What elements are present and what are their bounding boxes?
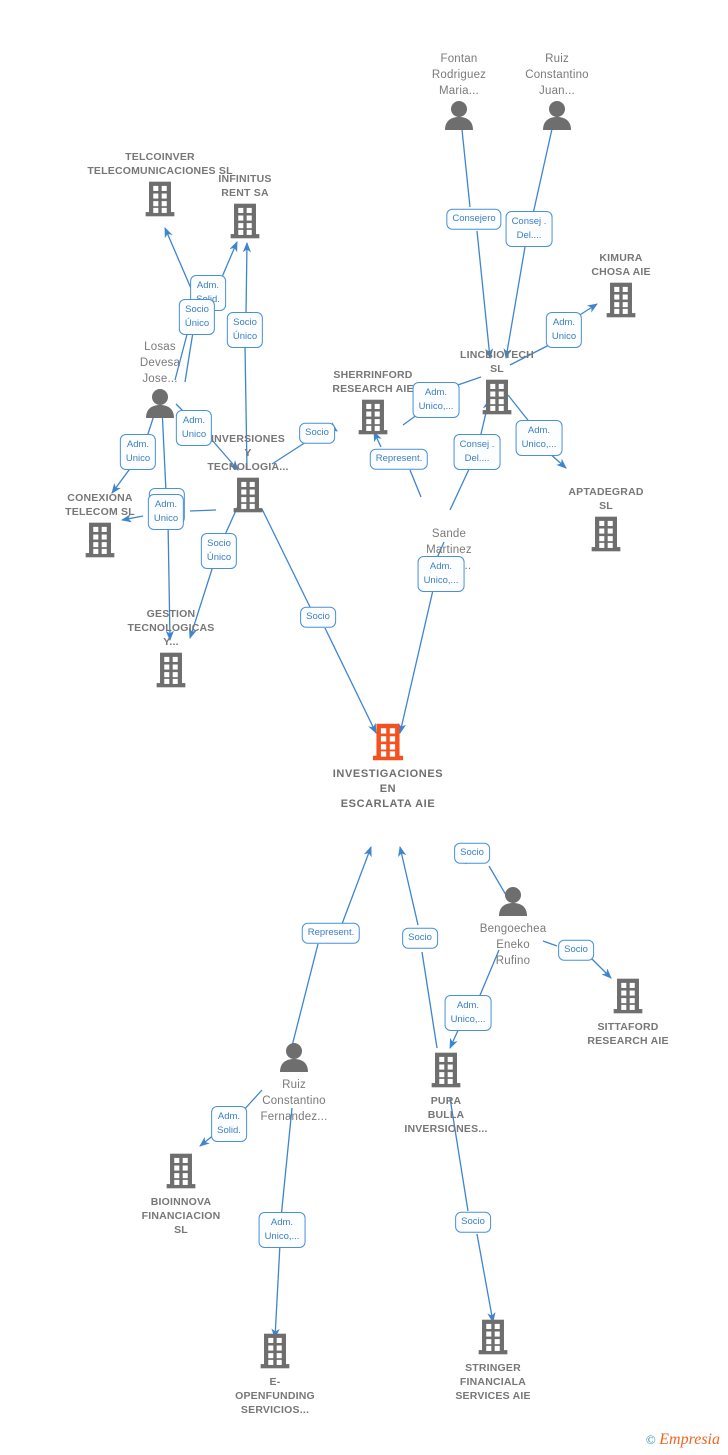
edge-label-sande-to-investigaciones[interactable]: Adm. Unico,... — [417, 556, 465, 592]
building-icon — [166, 1153, 196, 1189]
graph-node-purabulla[interactable]: PURA BULLA INVERSIONES... — [366, 1051, 526, 1136]
edge-label-purabulla-to-investigaciones[interactable]: Socio — [402, 927, 438, 949]
edge-label-inversiones-to-investigaciones[interactable]: Socio — [300, 606, 336, 628]
building-icon-wrap — [165, 202, 325, 245]
node-label: Ruiz Constantino Juan... — [525, 53, 589, 97]
node-label: SITTAFORD RESEARCH AIE — [587, 1021, 669, 1047]
graph-node-bioinnova[interactable]: BIOINNOVA FINANCIACION SL — [101, 1152, 261, 1237]
watermark: © Empresia — [646, 1431, 720, 1449]
graph-node-sittaford[interactable]: SITTAFORD RESEARCH AIE — [548, 977, 708, 1048]
edge-label-bengoechea-to-purabulla[interactable]: Adm. Unico,... — [444, 995, 492, 1031]
person-icon-wrap — [477, 101, 637, 135]
building-icon — [613, 978, 643, 1014]
person-icon-wrap — [214, 1043, 374, 1077]
edge-label-losas-to-infinitus[interactable]: Socio Único — [178, 299, 216, 335]
edge-label-purabulla-to-stringer[interactable]: Socio — [455, 1211, 491, 1233]
building-icon — [478, 1319, 508, 1355]
edge-label-inversiones-to-infinitus[interactable]: Socio Único — [226, 312, 264, 348]
edge-label-lincbiotech-to-sherrinford[interactable]: Adm. Unico,... — [412, 382, 460, 418]
building-icon-wrap — [526, 515, 686, 558]
person-icon — [543, 101, 571, 130]
edge-fontan-lincbiotech — [460, 119, 494, 360]
graph-canvas[interactable]: TELCOINVER TELECOMUNICACIONES SL INFINITU… — [0, 0, 728, 1455]
building-icon-wrap — [366, 1051, 526, 1094]
node-label: KIMURA CHOSA AIE — [591, 252, 651, 278]
edge-label-inversiones-to-gestion[interactable]: Socio Único — [200, 533, 238, 569]
building-icon-wrap — [101, 1152, 261, 1195]
building-icon — [431, 1052, 461, 1088]
building-icon-wrap — [195, 1332, 355, 1375]
building-icon — [260, 1333, 290, 1369]
node-label: INVESTIGACIONES EN ESCARLATA AIE — [332, 768, 444, 810]
graph-node-ruizjuan[interactable]: Ruiz Constantino Juan... — [477, 51, 637, 135]
person-icon — [146, 389, 174, 418]
building-icon-wrap — [308, 722, 468, 767]
person-icon — [499, 887, 527, 916]
node-label: Losas Devesa Jose... — [139, 341, 181, 385]
node-label: E- OPENFUNDING SERVICIOS... — [235, 1376, 315, 1416]
building-icon-wrap — [548, 977, 708, 1020]
graph-node-infinitus[interactable]: INFINITUS RENT SA — [165, 172, 325, 245]
building-icon-wrap — [413, 1318, 573, 1361]
edge-label-ruizjuan-to-lincbiotech[interactable]: Consej . Del.... — [505, 211, 553, 247]
edge-label-ruizfern-to-investigaciones[interactable]: Represent. — [301, 922, 361, 944]
edge-label-sande-to-lincbiotech[interactable]: Consej . Del.... — [453, 434, 501, 470]
building-icon — [230, 203, 260, 239]
graph-node-aptadegrad[interactable]: APTADEGRAD SL — [526, 485, 686, 558]
graph-node-investigaciones[interactable]: INVESTIGACIONES EN ESCARLATA AIE — [308, 722, 468, 812]
edge-label-inversiones-to-conexiona[interactable]: Adm. Unico — [147, 494, 185, 530]
graph-node-gestion[interactable]: GESTION TECNOLOGICAS Y... — [91, 607, 251, 694]
edge-label-losas-to-conexiona[interactable]: Adm. Unico — [119, 434, 157, 470]
node-label: INFINITUS RENT SA — [218, 173, 272, 199]
person-icon — [280, 1043, 308, 1072]
building-icon — [591, 516, 621, 552]
person-icon-wrap — [80, 389, 240, 423]
brand-name: Empresia — [659, 1431, 720, 1448]
node-label: PURA BULLA INVERSIONES... — [404, 1095, 488, 1135]
edge-label-ruizfern-to-eopenfunding[interactable]: Adm. Unico,... — [258, 1212, 306, 1248]
building-icon — [606, 282, 636, 318]
building-icon — [482, 379, 512, 415]
edge-label-losas-to-inversiones[interactable]: Adm. Unico — [175, 410, 213, 446]
node-label: GESTION TECNOLOGICAS Y... — [127, 608, 215, 648]
node-label: STRINGER FINANCIALA SERVICES AIE — [455, 1362, 531, 1402]
building-icon — [233, 477, 263, 513]
edge-label-ruizfern-to-bioinnova[interactable]: Adm. Solid. — [211, 1106, 247, 1142]
node-label: BIOINNOVA FINANCIACION SL — [141, 1196, 221, 1236]
graph-node-eopenfunding[interactable]: E- OPENFUNDING SERVICIOS... — [195, 1332, 355, 1417]
building-icon-wrap — [168, 476, 328, 519]
edge-label-lincbiotech-to-kimura[interactable]: Adm. Unico — [545, 312, 583, 348]
building-icon — [372, 723, 404, 761]
graph-node-stringer[interactable]: STRINGER FINANCIALA SERVICES AIE — [413, 1318, 573, 1403]
building-icon — [156, 652, 186, 688]
node-label: APTADEGRAD SL — [568, 486, 644, 512]
edge-label-bengoechea-to-investigaciones[interactable]: Socio — [454, 842, 490, 864]
copyright-symbol: © — [645, 1432, 656, 1447]
edge-label-lincbiotech-to-aptadegrad[interactable]: Adm. Unico,... — [515, 420, 563, 456]
edge-label-fontan-to-lincbiotech[interactable]: Consejero — [446, 208, 502, 230]
building-icon — [358, 399, 388, 435]
edge-ruizfern-center — [290, 846, 372, 1051]
edge-label-bengoechea-to-sittaford[interactable]: Socio — [558, 939, 594, 961]
building-icon-wrap — [91, 651, 251, 694]
graph-node-losas[interactable]: Losas Devesa Jose... — [80, 339, 240, 423]
person-icon-wrap — [433, 887, 593, 921]
person-icon — [445, 101, 473, 130]
edge-label-inversiones-to-sherrinford[interactable]: Socio — [299, 422, 335, 444]
building-icon — [85, 522, 115, 558]
edge-label-sande-to-sherrinford[interactable]: Represent. — [369, 448, 429, 470]
